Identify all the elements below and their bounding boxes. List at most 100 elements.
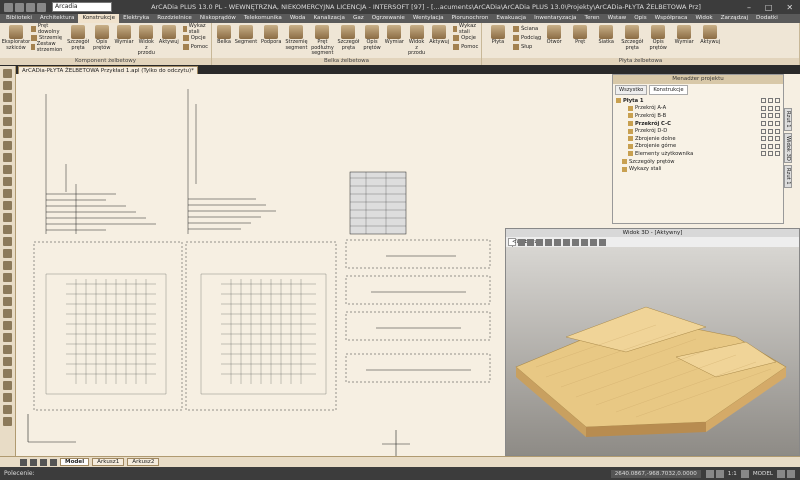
ribbon-tab-9[interactable]: Gaz	[349, 14, 368, 23]
left-tool-icon[interactable]	[3, 141, 12, 150]
app-icon[interactable]	[4, 2, 13, 12]
print-icon[interactable]	[775, 98, 780, 104]
plyta-small-item-0[interactable]: Ściana	[513, 25, 541, 33]
ribbon-tab-10[interactable]: Ogrzewanie	[368, 14, 409, 23]
close-icon[interactable]: ✕	[786, 3, 793, 12]
left-tool-icon[interactable]	[3, 333, 12, 342]
scale-readout[interactable]: 1:1	[728, 471, 737, 477]
ribbon-tab-21[interactable]: Dodatki	[752, 14, 782, 23]
ribbon-tab-3[interactable]: Elektryka	[119, 14, 153, 23]
view-3d-scene[interactable]	[506, 247, 799, 455]
bulb-icon[interactable]	[761, 136, 766, 142]
left-tool-icon[interactable]	[3, 129, 12, 138]
render-icon[interactable]	[572, 238, 579, 246]
tab-arkusz1[interactable]: Arkusz1	[92, 458, 125, 466]
belka-small-item-0[interactable]: Wykaz stali	[453, 23, 478, 35]
rotate-icon[interactable]	[527, 238, 534, 246]
left-tool-icon[interactable]	[3, 189, 12, 198]
document-tab[interactable]: ArCADia-PŁYTA ŻELBETOWA Przykład 1.apl (…	[18, 66, 198, 74]
tab-wszystko[interactable]: Wszystko	[615, 84, 648, 95]
ribbon-tab-16[interactable]: Wstaw	[604, 14, 631, 23]
save-icon[interactable]	[15, 2, 24, 12]
last-tab-icon[interactable]	[50, 458, 57, 466]
tree-item[interactable]: Przekrój B-B	[616, 112, 780, 120]
wykaz-stali-button[interactable]: Wykaz stali	[182, 23, 208, 35]
next-tab-icon[interactable]	[40, 458, 47, 466]
ribbon-tab-14[interactable]: Inwentaryzacja	[530, 14, 580, 23]
print-icon[interactable]	[775, 136, 780, 142]
left-tool-icon[interactable]	[3, 357, 12, 366]
left-tool-icon[interactable]	[3, 153, 12, 162]
pomoc-button[interactable]: Pomoc	[182, 43, 208, 51]
ribbon-tab-1[interactable]: Architektura	[36, 14, 79, 23]
left-tool-icon[interactable]	[3, 309, 12, 318]
prev-tab-icon[interactable]	[30, 458, 37, 466]
lock-icon[interactable]	[768, 98, 773, 104]
lock-icon[interactable]	[768, 143, 773, 149]
export-icon[interactable]	[599, 238, 606, 246]
left-tool-icon[interactable]	[3, 297, 12, 306]
ribbon-tab-4[interactable]: Rozdzielnice	[153, 14, 196, 23]
belka-small-item-2[interactable]: Pomoc	[453, 43, 478, 51]
print-icon[interactable]	[775, 128, 780, 134]
tree-item[interactable]: Przekrój D-D	[616, 127, 780, 135]
ribbon-group-plyta[interactable]: Płyta Ściana Podciąg Słup Otwór Pręt Siatka Szc…	[482, 23, 800, 65]
left-tool-icon[interactable]	[3, 225, 12, 234]
left-tool-icon[interactable]	[3, 177, 12, 186]
view-front-icon[interactable]	[554, 238, 561, 246]
lock-icon[interactable]	[768, 121, 773, 127]
bulb-icon[interactable]	[761, 105, 766, 111]
print-icon[interactable]	[775, 151, 780, 157]
bulb-icon[interactable]	[761, 151, 766, 157]
ribbon-tab-11[interactable]: Wentylacja	[409, 14, 448, 23]
lock-icon[interactable]	[768, 105, 773, 111]
grid-icon[interactable]	[715, 469, 724, 478]
ribbon-tab-2[interactable]: Konstrukcje	[78, 14, 120, 23]
left-tool-icon[interactable]	[3, 381, 12, 390]
lock-icon[interactable]	[768, 151, 773, 157]
ribbon-tab-6[interactable]: Telekomunika	[240, 14, 286, 23]
camera-select[interactable]: <Wybierz kamerę>	[508, 238, 537, 252]
ribbon-tab-5[interactable]: Niskoprądów	[196, 14, 240, 23]
lock-icon[interactable]	[768, 113, 773, 119]
left-tool-icon[interactable]	[3, 417, 12, 426]
left-tool-icon[interactable]	[3, 213, 12, 222]
plyta-small-item-2[interactable]: Słup	[513, 43, 541, 51]
opcje-button[interactable]: Opcje	[182, 34, 208, 42]
tab-model[interactable]: Model	[60, 458, 90, 466]
bulb-icon[interactable]	[761, 128, 766, 134]
tree-item[interactable]: Płyta 1	[616, 97, 780, 105]
tree-item[interactable]: Przekrój A-A	[616, 105, 780, 113]
left-tool-icon[interactable]	[3, 345, 12, 354]
tree-item[interactable]: Szczegóły prętów	[616, 158, 780, 166]
bulb-icon[interactable]	[761, 113, 766, 119]
print-icon[interactable]	[775, 105, 780, 111]
bulb-icon[interactable]	[761, 98, 766, 104]
lock-icon[interactable]	[777, 469, 785, 478]
light-icon[interactable]	[581, 238, 588, 246]
left-tool-icon[interactable]	[3, 69, 12, 78]
ribbon-tab-13[interactable]: Ewakuacja	[492, 14, 530, 23]
left-tool-icon[interactable]	[3, 273, 12, 282]
ribbon-group-belka[interactable]: Belka Segment Podpora Strzemię segment Pręt …	[212, 23, 482, 65]
left-tool-icon[interactable]	[3, 285, 12, 294]
left-tool-icon[interactable]	[3, 249, 12, 258]
print-icon[interactable]	[775, 121, 780, 127]
left-tool-icon[interactable]	[3, 81, 12, 90]
tab-arkusz2[interactable]: Arkusz2	[127, 458, 160, 466]
ribbon-tab-7[interactable]: Woda	[286, 14, 310, 23]
zoom-icon[interactable]	[518, 238, 525, 246]
ribbon-tab-20[interactable]: Zarządzaj	[717, 14, 752, 23]
view-side-icon[interactable]	[563, 238, 570, 246]
model-mode[interactable]: MODEL	[753, 471, 773, 477]
left-tool-icon[interactable]	[3, 165, 12, 174]
snap-icon[interactable]	[705, 469, 714, 478]
pret-dowolny-button[interactable]: Pręt dowolny	[31, 23, 65, 35]
minimize-icon[interactable]: –	[747, 3, 751, 12]
lock-icon[interactable]	[768, 136, 773, 142]
tree-item[interactable]: Wykazy stali	[616, 165, 780, 173]
left-tool-icon[interactable]	[3, 117, 12, 126]
tree-item[interactable]: Zbrojenie górne	[616, 143, 780, 151]
ribbon-tab-17[interactable]: Opis	[630, 14, 650, 23]
gear-icon[interactable]	[787, 469, 795, 478]
